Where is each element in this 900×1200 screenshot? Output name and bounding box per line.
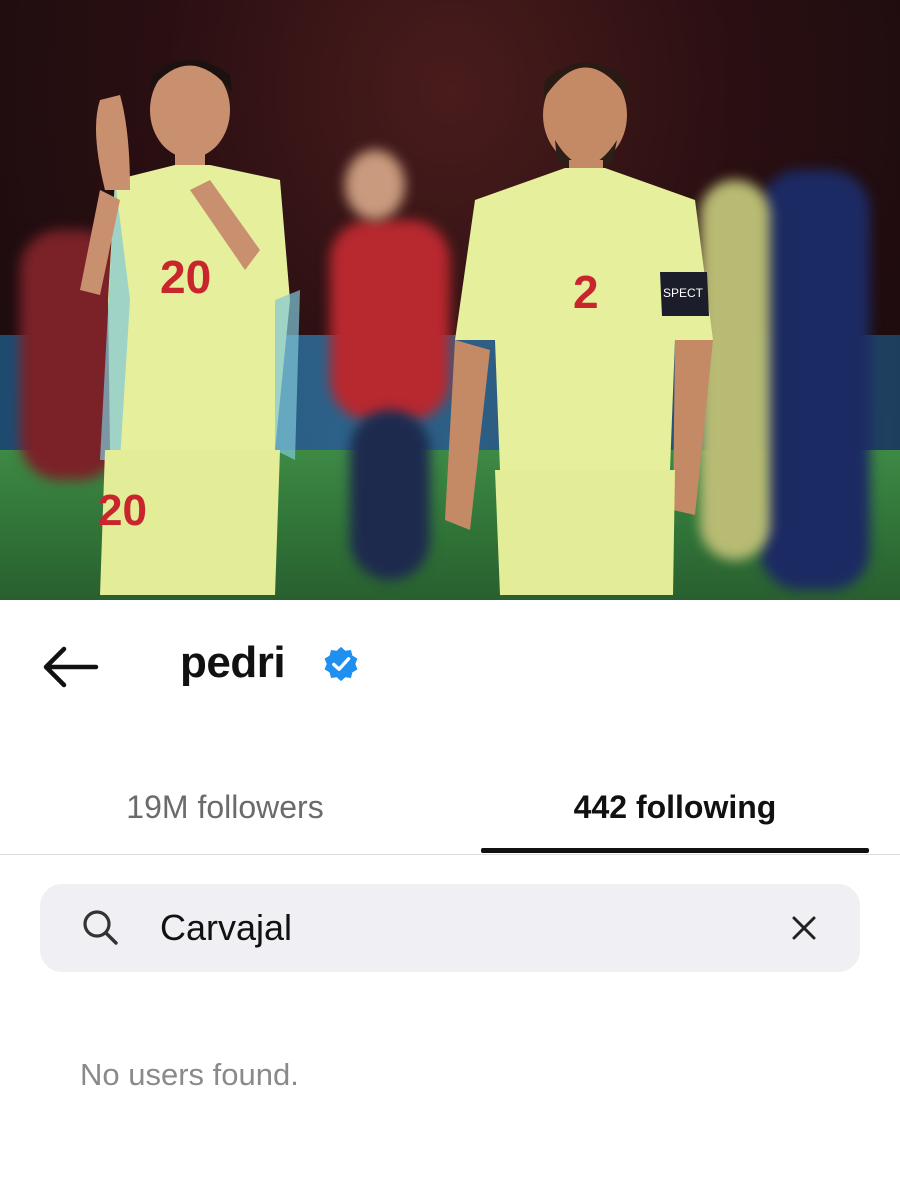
search-input[interactable] bbox=[160, 900, 760, 956]
player-right-figure bbox=[445, 62, 713, 595]
arrow-left-icon bbox=[43, 646, 99, 688]
background-player bbox=[330, 220, 450, 420]
follow-tabs: 19M followers 442 following bbox=[0, 760, 900, 855]
tab-followers[interactable]: 19M followers bbox=[0, 760, 450, 855]
captain-armband-text: SPECT bbox=[663, 286, 704, 300]
profile-username: pedri bbox=[180, 638, 286, 687]
no-results-message: No users found. bbox=[80, 1057, 299, 1092]
search-icon bbox=[83, 910, 118, 945]
background-player bbox=[350, 410, 430, 580]
background-player bbox=[760, 170, 870, 590]
player-left-shorts-number: 20 bbox=[98, 486, 147, 535]
player-right-number: 2 bbox=[573, 266, 599, 318]
verified-badge-icon bbox=[324, 646, 358, 682]
close-icon[interactable] bbox=[788, 912, 820, 944]
background-player bbox=[345, 150, 405, 220]
tab-following[interactable]: 442 following bbox=[450, 760, 900, 855]
profile-photo-banner: 20 20 2 SPECT bbox=[0, 0, 900, 600]
tabs-divider bbox=[0, 854, 900, 855]
player-right: 2 SPECT bbox=[445, 40, 720, 600]
player-left: 20 20 bbox=[60, 40, 320, 600]
back-button[interactable] bbox=[38, 640, 102, 694]
active-tab-indicator bbox=[481, 848, 869, 853]
player-left-number: 20 bbox=[160, 251, 212, 303]
